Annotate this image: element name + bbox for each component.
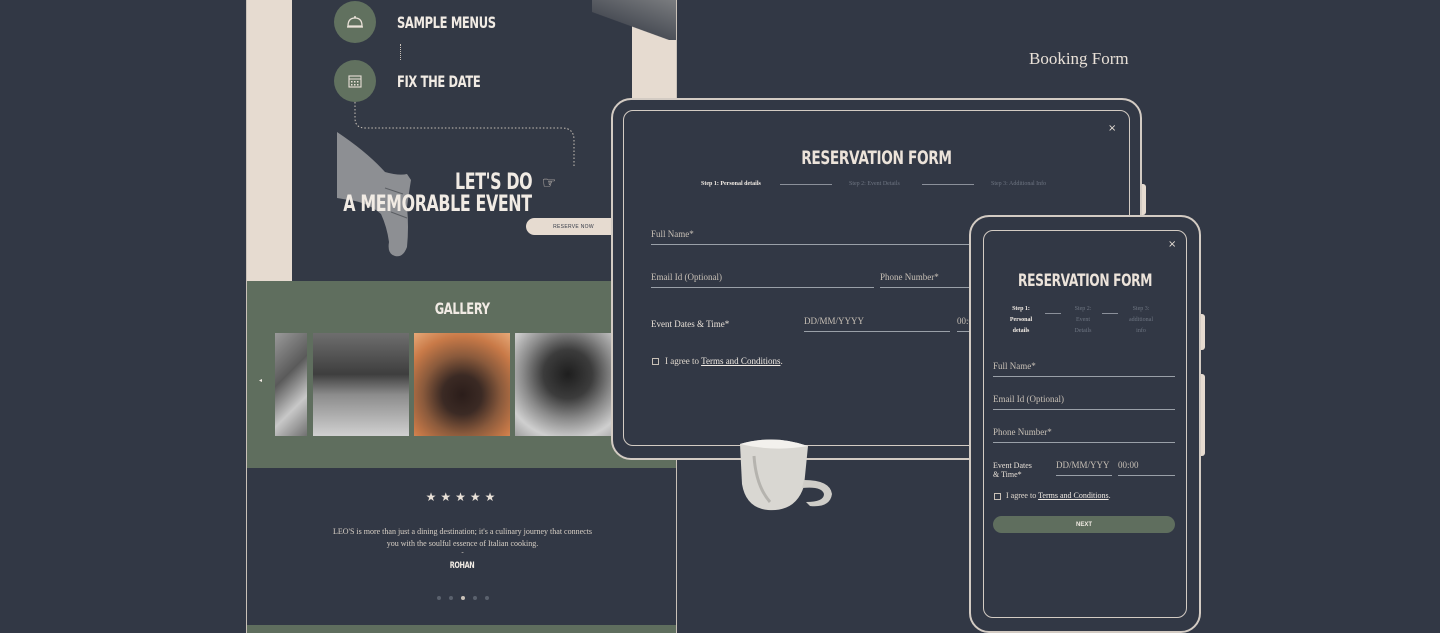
coffee-cup-image [740,439,832,511]
full-name-field[interactable]: Full Name* [993,361,1036,371]
carousel-dot[interactable] [436,596,441,600]
dotted-connector [400,44,401,60]
calendar-icon [334,60,376,102]
phone-field[interactable]: Phone Number* [880,272,939,282]
carousel-dot-active[interactable] [460,596,465,600]
event-dates-label: Event Dates & Time* [993,461,1032,479]
terms-text: I agree to Terms and Conditions. [665,356,783,366]
step-1-label: Step 1: Personal details [1009,306,1033,334]
step-divider [1045,313,1061,314]
full-name-underline [651,244,972,245]
menu-step-sample-menus[interactable]: SAMPLE MENUS [397,13,496,32]
hero-panel: SAMPLE MENUS FIX THE DATE ☞ LET'S DO A M… [292,0,676,281]
email-underline [993,409,1175,410]
beige-side-panel-left [247,0,292,281]
phone-underline [993,442,1175,443]
form-title: RESERVATION FORM [801,147,952,169]
footer-strip [247,625,676,633]
phone-underline [880,287,972,288]
review-author: ROHAN [450,561,475,571]
review-text: LEO'S is more than just a dining destina… [332,527,593,548]
section-title: Booking Form [1029,49,1129,68]
step-2-label: Step 2: Event Details [849,181,900,187]
roof-image [592,0,676,40]
carousel-dot[interactable] [448,596,453,600]
menu-step-fix-the-date[interactable]: FIX THE DATE [397,72,481,91]
cloche-icon [334,1,376,43]
event-time-input[interactable]: 00:00 [1118,460,1139,470]
carousel-dot[interactable] [484,596,489,600]
carousel-dot[interactable] [472,596,477,600]
terms-link[interactable]: Terms and Conditions [701,356,780,366]
step-divider [1102,313,1118,314]
terms-checkbox[interactable] [652,358,659,365]
gallery-photo[interactable] [515,333,611,436]
full-name-underline [993,376,1175,377]
phone-screen: × RESERVATION FORM Step 1: Personal detail… [983,230,1187,618]
step-divider [780,184,832,185]
step-3-label: Step 3: additional info [1129,306,1153,334]
close-icon[interactable]: × [1108,123,1116,134]
phone-mockup: × RESERVATION FORM Step 1: Personal detail… [969,215,1201,633]
event-date-input[interactable]: DD/MM/YYY [1056,460,1110,470]
reserve-now-button[interactable]: RESERVE NOW [526,218,621,235]
step-divider [922,184,974,185]
step-3-label: Step 3: Additional Info [991,181,1047,187]
next-button[interactable]: NEXT [993,516,1175,533]
form-title: RESERVATION FORM [1018,271,1152,291]
event-date-input[interactable]: DD/MM/YYYY [804,316,864,326]
close-icon[interactable]: × [1168,239,1176,250]
gallery-photo[interactable] [414,333,510,436]
phone-field[interactable]: Phone Number* [993,427,1052,437]
pointing-hand-icon: ☞ [542,175,557,192]
email-field[interactable]: Email Id (Optional) [651,272,722,282]
event-dates-label: Event Dates & Time* [651,319,730,329]
date-underline [1056,475,1112,476]
terms-checkbox[interactable] [994,493,1001,500]
gallery-photo[interactable] [275,333,307,436]
step-2-label: Step 2: Event Details [1074,306,1092,334]
step-1-label: Step 1: Personal details [701,181,761,187]
carousel-dots [247,596,676,600]
cta-heading-line2: A MEMORABLE EVENT [343,192,533,217]
testimonial-section: ★★★★★ LEO'S is more than just a dining d… [247,468,676,625]
gallery-prev-arrow-icon[interactable]: ◂ [259,377,262,384]
email-underline [651,287,874,288]
gallery-photo[interactable] [313,333,409,436]
terms-link[interactable]: Terms and Conditions [1038,491,1109,500]
review-dash: - [461,548,464,556]
terms-text: I agree to Terms and Conditions. [1006,491,1111,500]
email-field[interactable]: Email Id (Optional) [993,394,1064,404]
rating-stars: ★★★★★ [425,490,500,504]
time-underline [1118,475,1175,476]
full-name-field[interactable]: Full Name* [651,229,694,239]
date-underline [804,331,950,332]
